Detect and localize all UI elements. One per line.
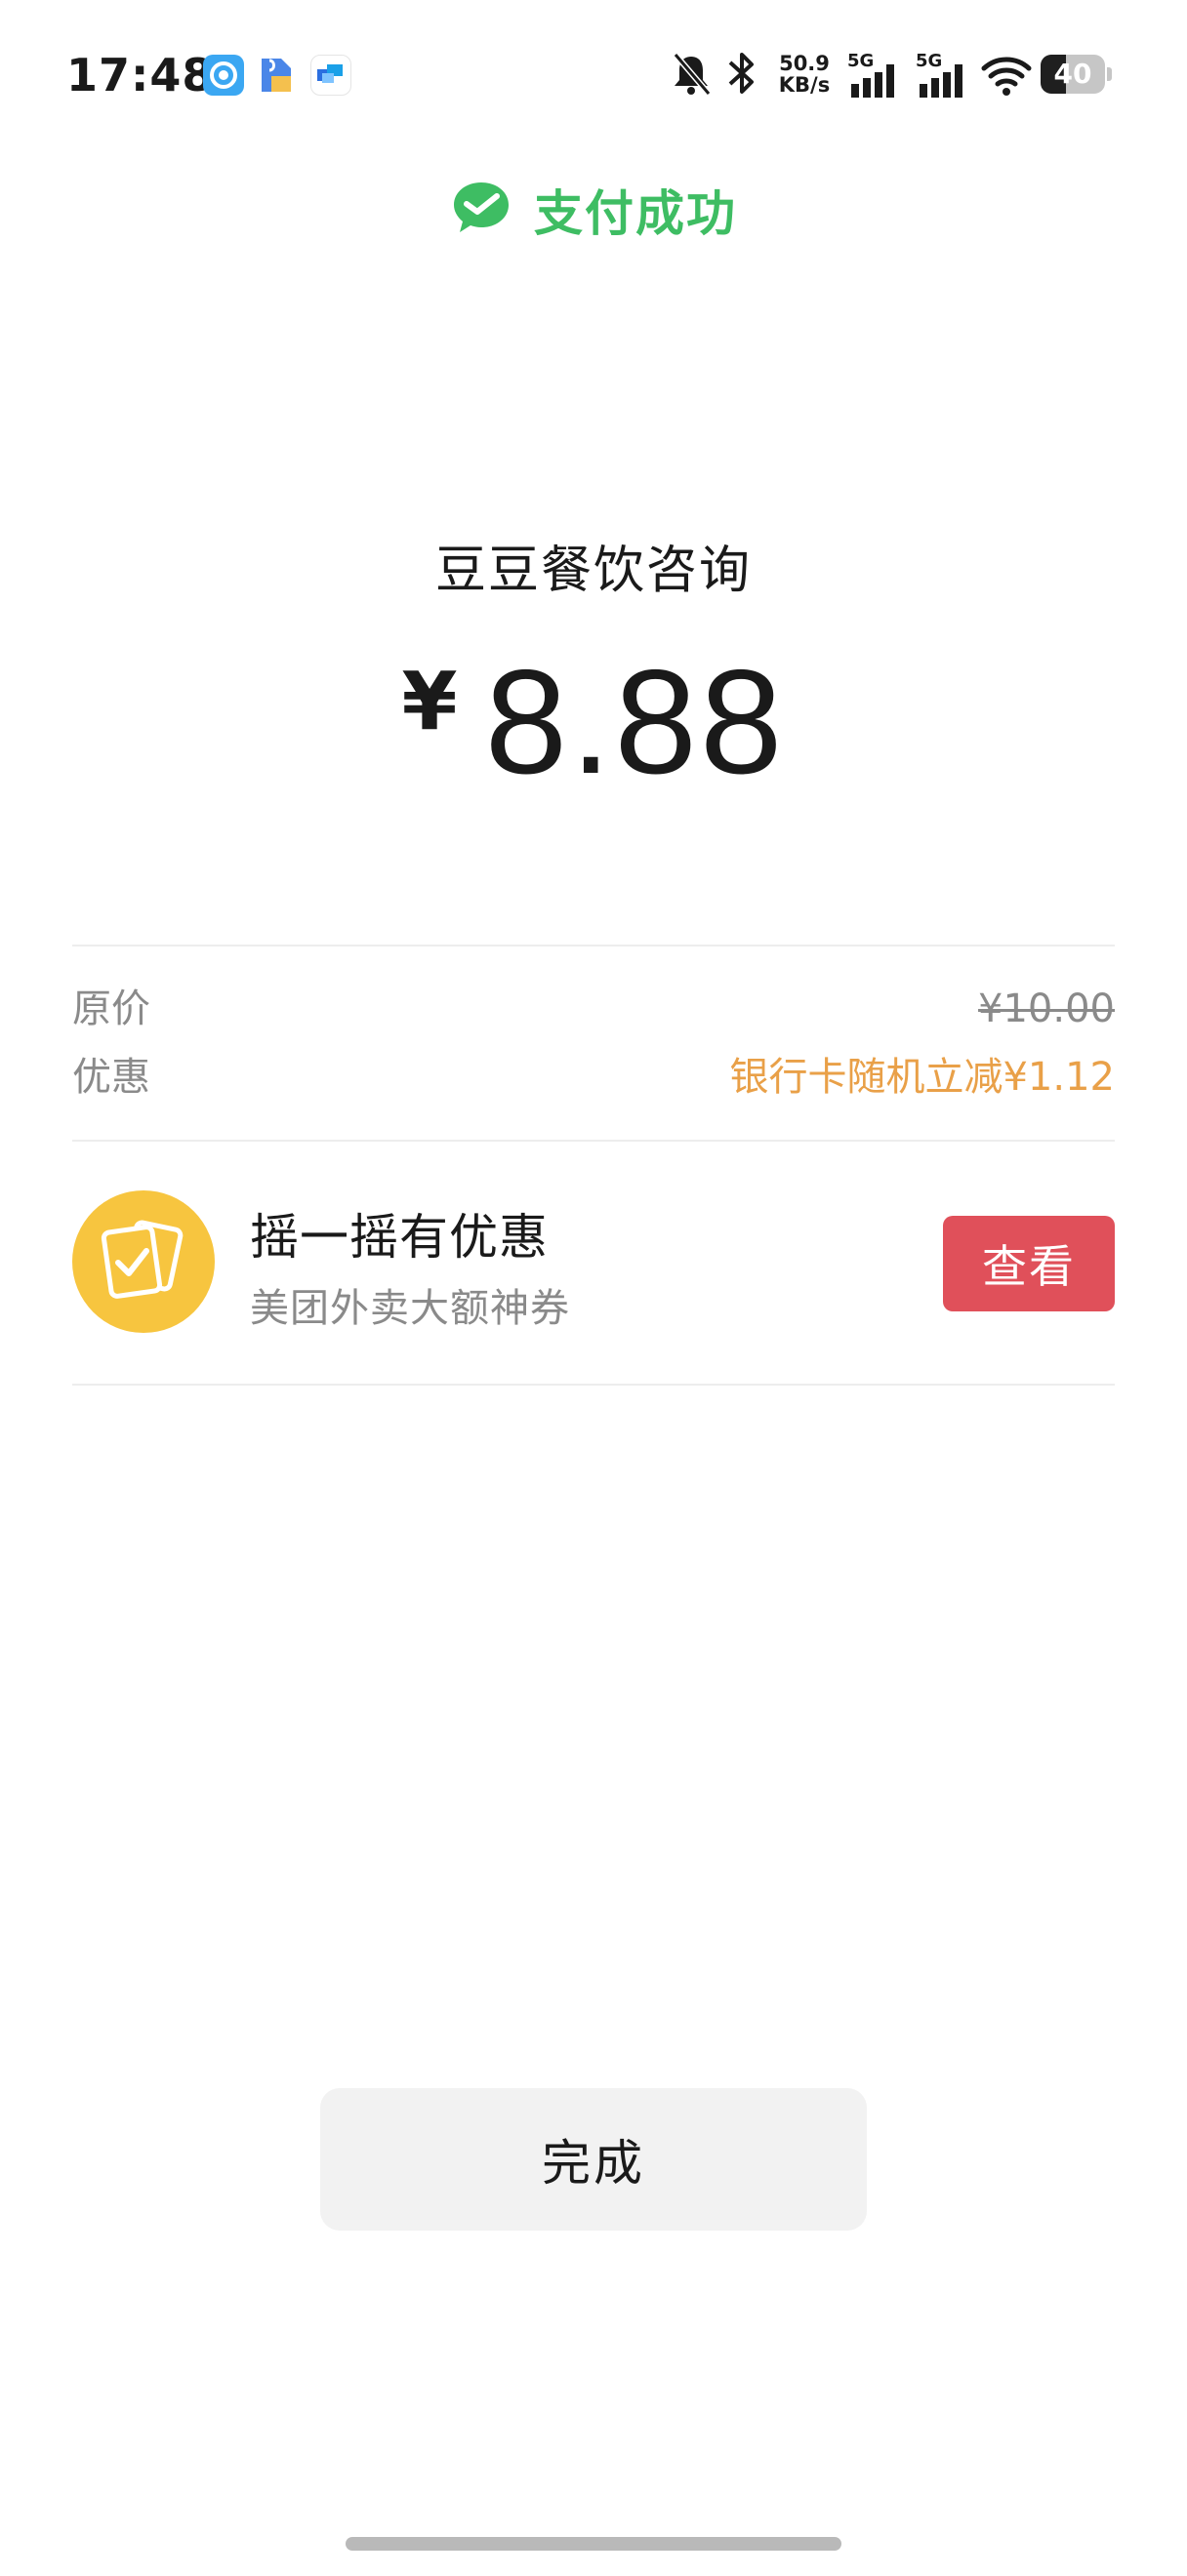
signal-1-label: 5G: [847, 51, 874, 71]
battery-body: 40: [1041, 55, 1105, 94]
discount-row: 优惠 银行卡随机立减¥1.12: [72, 1048, 1115, 1107]
coupon-cards-icon: [72, 1190, 215, 1333]
battery-level: 40: [1053, 58, 1092, 90]
promo-title: 摇一摇有优惠: [250, 1209, 549, 1266]
wechat-pay-check-icon: [450, 179, 512, 241]
bluetooth-icon: [722, 49, 761, 101]
file-app-icon: [256, 55, 297, 96]
amount-value: 8.88: [484, 639, 786, 805]
network-speed-value: 50.9: [779, 52, 830, 75]
message-app-icon: [310, 55, 351, 96]
network-speed: 50.9 KB/s: [775, 53, 834, 96]
discount-value: 银行卡随机立减¥1.12: [729, 1055, 1115, 1100]
divider: [72, 945, 1115, 946]
discount-label: 优惠: [72, 1055, 150, 1100]
view-promo-button[interactable]: 查看: [943, 1216, 1115, 1311]
bell-muted-icon: [670, 51, 713, 101]
blue-circle-app-icon: [203, 55, 244, 96]
signal-2-label: 5G: [916, 51, 942, 71]
wifi-icon: [980, 53, 1033, 101]
status-icons: 50.9 KB/s 5G 5G 40: [670, 47, 1119, 101]
divider: [72, 1384, 1115, 1386]
battery-cap: [1107, 67, 1112, 81]
home-indicator[interactable]: [346, 2537, 841, 2551]
merchant-name: 豆豆餐饮咨询: [434, 542, 752, 600]
network-speed-unit: KB/s: [778, 73, 831, 97]
done-button[interactable]: 完成: [320, 2088, 867, 2231]
status-time: 17:48: [66, 49, 215, 101]
status-bar: 17:48 50.9 KB/s 5G 5G 40: [0, 0, 1187, 146]
payment-success-header: 支付成功: [0, 176, 1187, 244]
original-price-row: 原价 ¥10.00: [72, 980, 1115, 1038]
signal-icon: 5G: [845, 51, 900, 103]
payment-amount: ¥ 8.88: [0, 644, 1187, 800]
battery-icon: 40: [1041, 55, 1112, 94]
divider: [72, 1140, 1115, 1142]
currency-symbol: ¥: [401, 656, 458, 748]
promo-subtitle: 美团外卖大额神券: [250, 1286, 570, 1331]
original-price-value: ¥10.00: [978, 986, 1115, 1031]
success-title: 支付成功: [534, 185, 737, 242]
signal-icon: 5G: [914, 51, 968, 103]
original-price-label: 原价: [72, 986, 150, 1031]
